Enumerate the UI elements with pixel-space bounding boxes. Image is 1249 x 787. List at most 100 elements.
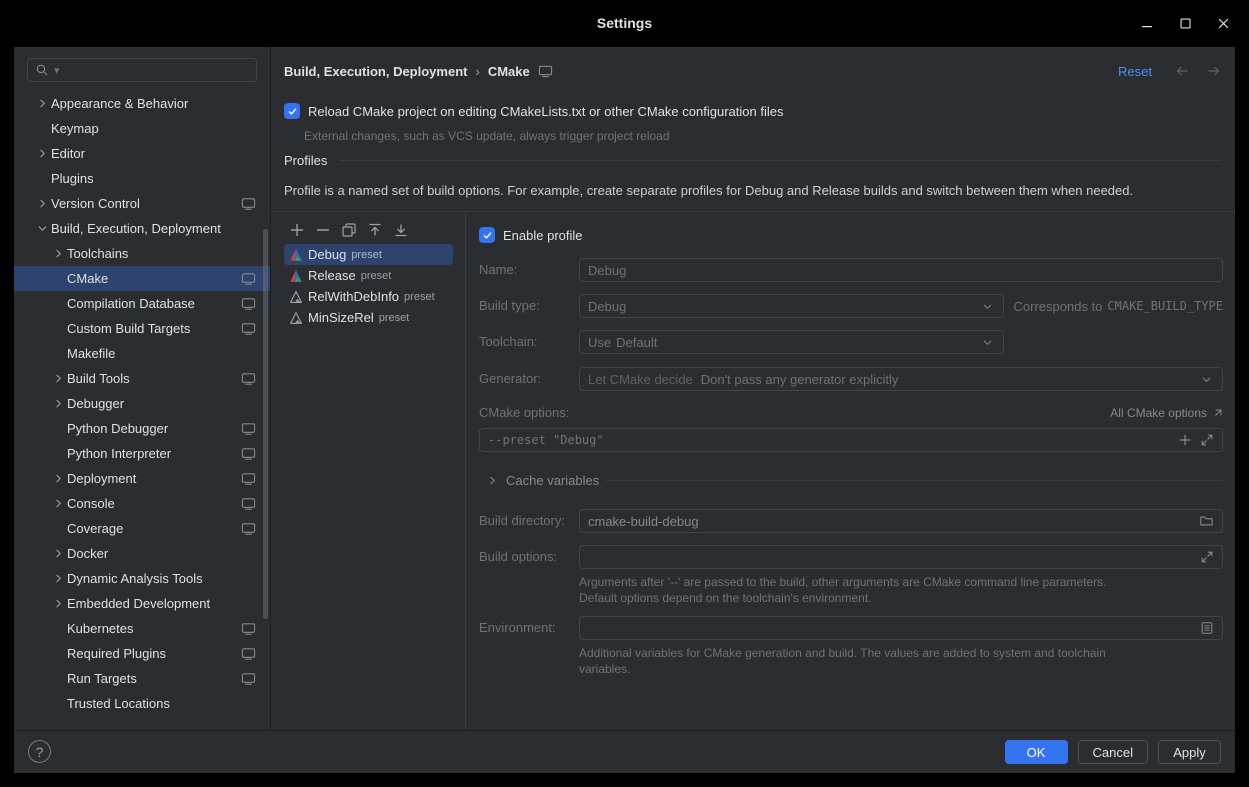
chevron-right-icon[interactable] — [51, 247, 65, 261]
sidebar-item-python-debugger[interactable]: Python Debugger — [14, 416, 270, 441]
sidebar-item-makefile[interactable]: Makefile — [14, 341, 270, 366]
name-label: Name: — [479, 258, 517, 282]
chevron-spacer — [51, 697, 65, 711]
sidebar-item-editor[interactable]: Editor — [14, 141, 270, 166]
sidebar-scrollbar[interactable] — [263, 229, 268, 619]
chevron-right-icon[interactable] — [51, 397, 65, 411]
sidebar-item-plugins[interactable]: Plugins — [14, 166, 270, 191]
sidebar-item-compilation-database[interactable]: Compilation Database — [14, 291, 270, 316]
search-input[interactable]: ▾ — [27, 58, 257, 82]
sidebar-item-console[interactable]: Console — [14, 491, 270, 516]
generator-select[interactable]: Let CMake decide Don't pass any generato… — [579, 367, 1223, 391]
profile-item-debug[interactable]: Debugpreset — [284, 244, 453, 265]
reset-link[interactable]: Reset — [1118, 64, 1152, 79]
profile-form: Enable profile Name: Debug Build type: D… — [466, 212, 1235, 730]
profile-name: Debug — [308, 247, 346, 262]
header-actions: Reset — [1118, 60, 1222, 82]
chevron-right-icon[interactable] — [51, 572, 65, 586]
variables-list-icon[interactable] — [1200, 621, 1214, 635]
sidebar-item-keymap[interactable]: Keymap — [14, 116, 270, 141]
sidebar-item-debugger[interactable]: Debugger — [14, 391, 270, 416]
apply-button[interactable]: Apply — [1158, 740, 1221, 764]
maximize-button[interactable] — [1177, 16, 1193, 32]
chevron-right-icon[interactable] — [51, 472, 65, 486]
section-divider — [606, 480, 1223, 481]
project-settings-icon — [241, 472, 256, 486]
search-icon — [35, 63, 49, 77]
all-cmake-options-link[interactable]: All CMake options — [1110, 401, 1223, 425]
minimize-button[interactable] — [1139, 16, 1155, 32]
reload-cmake-checkbox[interactable]: Reload CMake project on editing CMakeLis… — [284, 103, 783, 119]
breadcrumb-separator-icon: › — [475, 64, 479, 79]
profile-item-relwithdebinfo[interactable]: RelWithDebInfopreset — [284, 286, 453, 307]
sidebar-item-custom-build-targets[interactable]: Custom Build Targets — [14, 316, 270, 341]
project-settings-icon — [241, 372, 256, 386]
breadcrumb-parent[interactable]: Build, Execution, Deployment — [284, 64, 467, 79]
add-icon[interactable] — [289, 222, 305, 238]
expand-icon[interactable] — [1200, 433, 1214, 447]
remove-icon[interactable] — [315, 222, 331, 238]
cache-variables-toggle[interactable]: Cache variables — [486, 468, 1223, 492]
sidebar-item-python-interpreter[interactable]: Python Interpreter — [14, 441, 270, 466]
sidebar-item-deployment[interactable]: Deployment — [14, 466, 270, 491]
build-type-hint-text: Corresponds to — [1014, 299, 1103, 314]
build-type-hint: Corresponds to CMAKE_BUILD_TYPE — [1014, 294, 1223, 318]
checkbox-checked-icon[interactable] — [284, 103, 300, 119]
add-icon[interactable] — [1178, 433, 1192, 447]
name-input[interactable]: Debug — [579, 258, 1223, 282]
chevron-right-icon[interactable] — [35, 197, 49, 211]
help-button[interactable]: ? — [28, 740, 51, 763]
sidebar-item-build-tools[interactable]: Build Tools — [14, 366, 270, 391]
build-type-select[interactable]: Debug — [579, 294, 1004, 318]
copy-icon[interactable] — [341, 222, 357, 238]
chevron-right-icon[interactable] — [51, 597, 65, 611]
chevron-right-icon[interactable] — [35, 97, 49, 111]
build-directory-input[interactable]: cmake-build-debug — [579, 509, 1223, 533]
build-options-input[interactable] — [579, 545, 1223, 569]
chevron-right-icon[interactable] — [35, 147, 49, 161]
forward-arrow-icon[interactable] — [1206, 63, 1222, 79]
chevron-right-icon[interactable] — [51, 497, 65, 511]
move-down-icon[interactable] — [393, 222, 409, 238]
profile-list: DebugpresetReleasepresetRelWithDebInfopr… — [271, 240, 465, 328]
cancel-button[interactable]: Cancel — [1078, 740, 1148, 764]
sidebar-item-label: CMake — [67, 271, 108, 286]
checkbox-checked-icon[interactable] — [479, 227, 495, 243]
sidebar-item-coverage[interactable]: Coverage — [14, 516, 270, 541]
profile-item-minsizerel[interactable]: MinSizeRelpreset — [284, 307, 453, 328]
toolchain-select[interactable]: Use Default — [579, 330, 1004, 354]
ok-button[interactable]: OK — [1005, 740, 1068, 764]
chevron-right-icon[interactable] — [51, 547, 65, 561]
profile-item-release[interactable]: Releasepreset — [284, 265, 453, 286]
environment-input[interactable] — [579, 616, 1223, 640]
expand-icon[interactable] — [1200, 550, 1214, 564]
cmake-options-input[interactable]: --preset "Debug" — [479, 428, 1223, 452]
sidebar-item-trusted-locations[interactable]: Trusted Locations — [14, 691, 270, 716]
chevron-down-icon[interactable] — [35, 222, 49, 236]
sidebar-item-toolchains[interactable]: Toolchains — [14, 241, 270, 266]
back-arrow-icon[interactable] — [1174, 63, 1190, 79]
sidebar-item-kubernetes[interactable]: Kubernetes — [14, 616, 270, 641]
project-settings-icon — [241, 622, 256, 636]
sidebar-item-version-control[interactable]: Version Control — [14, 191, 270, 216]
sidebar-item-embedded-development[interactable]: Embedded Development — [14, 591, 270, 616]
build-directory-value: cmake-build-debug — [588, 514, 1191, 529]
project-settings-icon — [241, 422, 256, 436]
sidebar-item-appearance-behavior[interactable]: Appearance & Behavior — [14, 91, 270, 116]
folder-icon[interactable] — [1199, 514, 1214, 528]
move-up-icon[interactable] — [367, 222, 383, 238]
titlebar[interactable]: Settings — [0, 0, 1249, 47]
project-settings-icon — [241, 647, 256, 661]
sidebar-item-build-execution-deployment[interactable]: Build, Execution, Deployment — [14, 216, 270, 241]
sidebar-item-required-plugins[interactable]: Required Plugins — [14, 641, 270, 666]
sidebar-item-label: Kubernetes — [67, 621, 134, 636]
chevron-right-icon[interactable] — [51, 372, 65, 386]
chevron-spacer — [51, 422, 65, 436]
sidebar-item-dynamic-analysis-tools[interactable]: Dynamic Analysis Tools — [14, 566, 270, 591]
sidebar-item-cmake[interactable]: CMake — [14, 266, 270, 291]
sidebar-item-run-targets[interactable]: Run Targets — [14, 666, 270, 691]
sidebar-tree: Appearance & BehaviorKeymapEditorPlugins… — [14, 91, 270, 716]
sidebar-item-docker[interactable]: Docker — [14, 541, 270, 566]
close-button[interactable] — [1215, 16, 1231, 32]
enable-profile-checkbox[interactable]: Enable profile — [479, 227, 583, 243]
